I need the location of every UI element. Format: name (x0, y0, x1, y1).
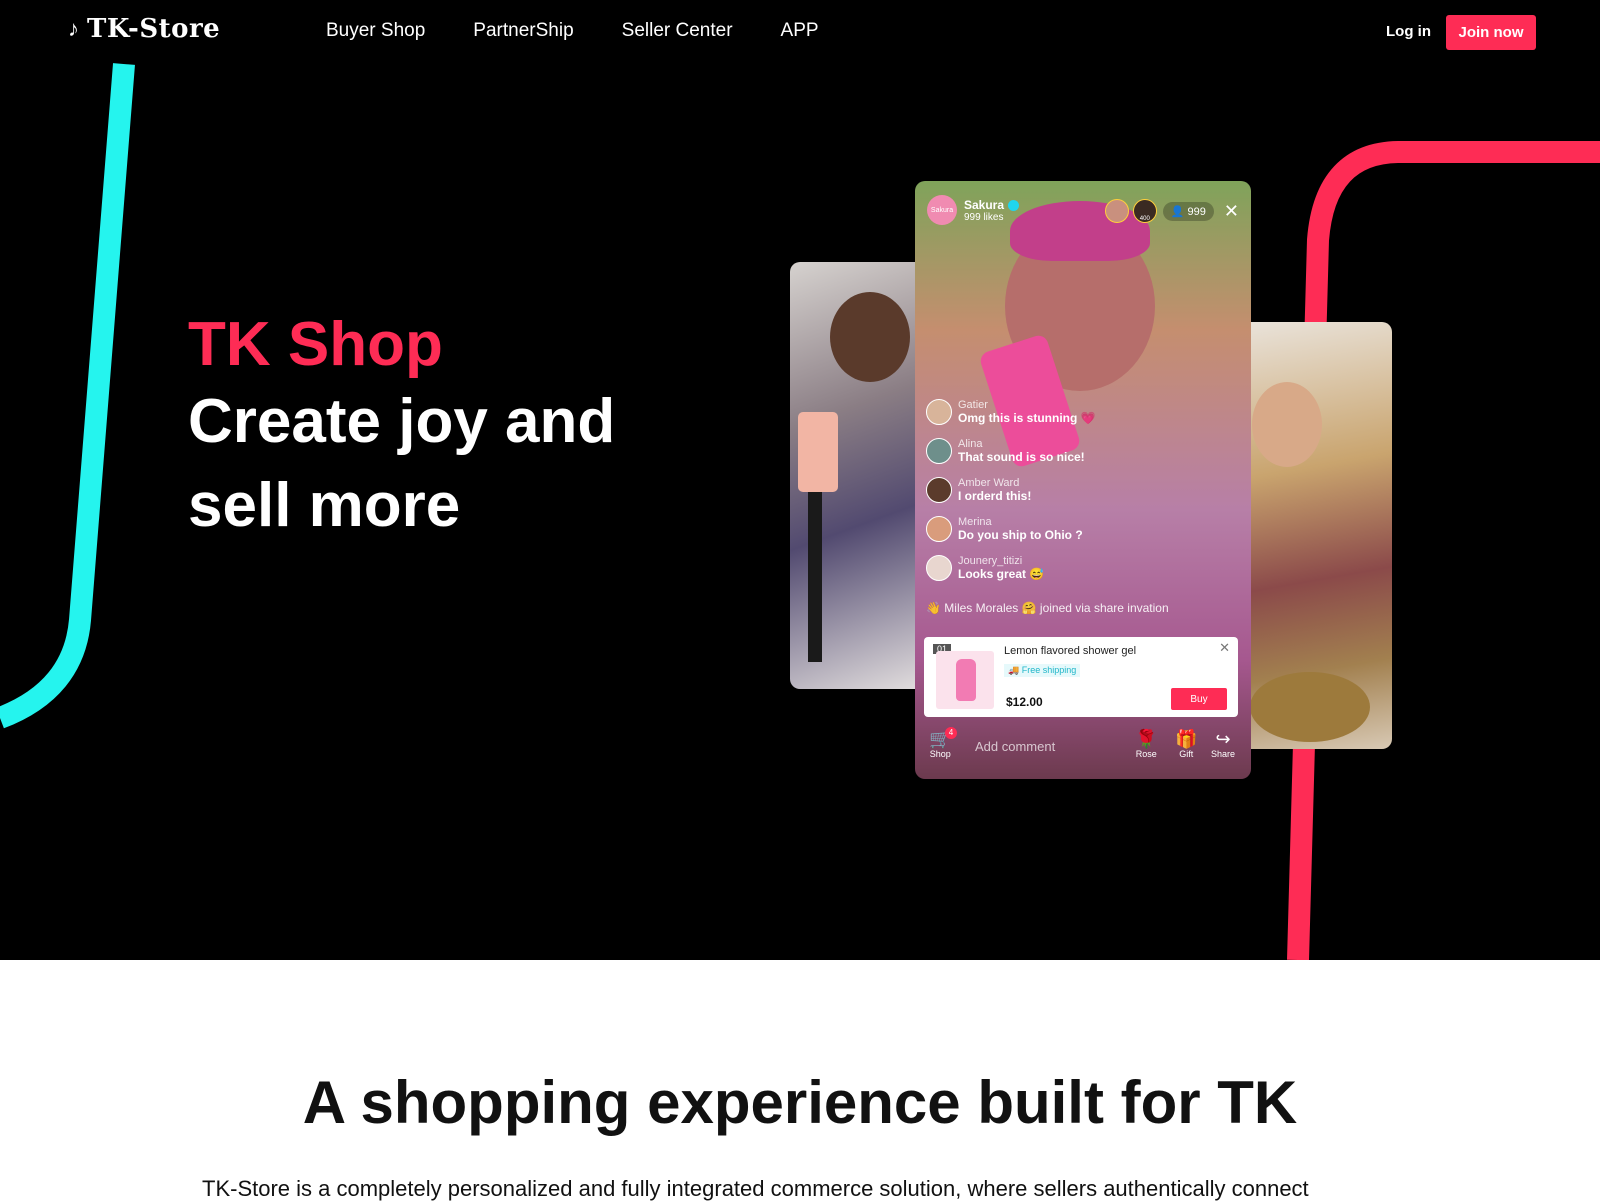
live-bottom-bar: 🛒 Shop 4 Add comment 🌹 Rose 🎁 Gift ↪ Share (915, 725, 1251, 769)
person-image (1252, 382, 1322, 467)
viewer-badge: 400 (1139, 216, 1150, 222)
bottle-icon (956, 659, 976, 701)
gift-icon: 🎁 (1175, 729, 1198, 749)
comment-user: Alina (958, 438, 983, 450)
singing-bowl (1250, 672, 1370, 742)
hero-section: ♪ TK-Store Buyer Shop PartnerShip Seller… (0, 0, 1600, 960)
rose-button[interactable]: 🌹 Rose (1135, 729, 1157, 759)
rose-label: Rose (1135, 749, 1157, 759)
comment-item: Gatier Omg this is stunning 💗 (926, 399, 1246, 425)
comment-text: That sound is so nice! (958, 450, 1085, 464)
commenter-avatar (926, 555, 952, 581)
share-button[interactable]: ↪ Share (1211, 729, 1235, 759)
product-name: Lemon flavored shower gel (1004, 645, 1137, 657)
share-icon: ↪ (1215, 729, 1231, 749)
commenter-avatar (926, 516, 952, 542)
free-shipping-text: Free shipping (1021, 665, 1077, 675)
login-link[interactable]: Log in (1386, 23, 1431, 40)
comment-text: Omg this is stunning 💗 (958, 411, 1096, 425)
nav-links: Buyer Shop PartnerShip Seller Center APP (326, 20, 867, 42)
section-title: A shopping experience built for TK (302, 1069, 1298, 1136)
shop-button[interactable]: 🛒 Shop 4 (929, 727, 957, 759)
product-image (936, 651, 994, 709)
comment-text: Do you ship to Ohio ? (958, 528, 1083, 542)
logo[interactable]: ♪ TK-Store (68, 14, 220, 44)
section-text: TK-Store is a completely personalized an… (202, 1176, 1309, 1201)
hero-brand: TK Shop (188, 310, 443, 379)
commenter-avatar (926, 399, 952, 425)
comment-item: Jounery_titizi Looks great 😅 (926, 555, 1246, 581)
host-info[interactable]: Sakura Sakura 999 likes (927, 195, 1020, 225)
live-stream-card: Sakura Sakura 999 likes 400 👤 999 ✕ Gati… (915, 181, 1251, 779)
buy-button[interactable]: Buy (1171, 688, 1227, 710)
comment-item: Merina Do you ship to Ohio ? (926, 516, 1246, 542)
close-product-icon[interactable]: ✕ (1219, 640, 1230, 656)
tripod (808, 492, 822, 662)
comment-user: Gatier (958, 399, 988, 411)
commenter-avatar (926, 438, 952, 464)
nav-link-buyer-shop[interactable]: Buyer Shop (326, 20, 425, 42)
comment-text: Looks great 😅 (958, 567, 1045, 581)
viewer-avatar: 400 (1132, 199, 1157, 223)
comment-user: Merina (958, 516, 992, 528)
host-avatar: Sakura (927, 195, 957, 225)
comment-text: I orderd this! (958, 489, 1032, 503)
join-now-button[interactable]: Join now (1446, 15, 1536, 50)
top-nav: ♪ TK-Store Buyer Shop PartnerShip Seller… (0, 0, 1600, 64)
live-preview-right (1230, 322, 1392, 749)
viewer-count-value: 999 (1187, 205, 1206, 218)
cyan-stripe (0, 63, 135, 729)
hero-headline: TK Shop Create joy and sell more (188, 310, 615, 548)
comment-item: Amber Ward I orderd this! (926, 477, 1246, 503)
commenter-avatar (926, 477, 952, 503)
comment-user: Jounery_titizi (958, 555, 1023, 567)
share-label: Share (1211, 749, 1236, 759)
viewer-bar: 400 👤 999 ✕ (1104, 199, 1239, 223)
viewer-count: 👤 999 (1162, 201, 1214, 221)
host-likes: 999 likes (964, 211, 1004, 223)
logo-text: TK-Store (87, 14, 221, 44)
nav-link-seller-center[interactable]: Seller Center (622, 20, 733, 42)
gift-button[interactable]: 🎁 Gift (1175, 729, 1197, 759)
join-notice: 👋 Miles Morales 🤗 joined via share invat… (926, 601, 1169, 615)
add-comment-input[interactable]: Add comment (975, 739, 1055, 754)
viewer-avatar (1104, 199, 1129, 223)
comment-list: Gatier Omg this is stunning 💗 Alina That s… (926, 399, 1246, 594)
wave-icon: 👋 (926, 601, 945, 615)
nav-link-partnership[interactable]: PartnerShip (473, 20, 573, 42)
shop-count-badge: 4 (945, 727, 957, 739)
product-card[interactable]: 01 Lemon flavored shower gel 🚚 Free ship… (924, 637, 1238, 717)
person-image (830, 292, 910, 382)
comment-item: Alina That sound is so nice! (926, 438, 1246, 464)
hero-line-2: sell more (188, 471, 461, 540)
shop-label: Shop (929, 749, 951, 759)
hero-line-1: Create joy and (188, 387, 616, 456)
phone-on-tripod (798, 412, 838, 492)
verified-icon (1008, 199, 1020, 211)
join-notice-text: Miles Morales 🤗 joined via share invatio… (944, 601, 1169, 615)
nav-link-app[interactable]: APP (781, 20, 819, 42)
free-shipping-badge: 🚚 Free shipping (1004, 664, 1081, 677)
tiktok-note-icon: ♪ (68, 16, 79, 41)
close-icon[interactable]: ✕ (1224, 201, 1239, 222)
comment-user: Amber Ward (958, 477, 1020, 489)
host-name: Sakura (964, 197, 1005, 212)
product-price: $12.00 (1006, 695, 1043, 709)
rose-icon: 🌹 (1135, 729, 1158, 749)
gift-label: Gift (1179, 749, 1194, 759)
